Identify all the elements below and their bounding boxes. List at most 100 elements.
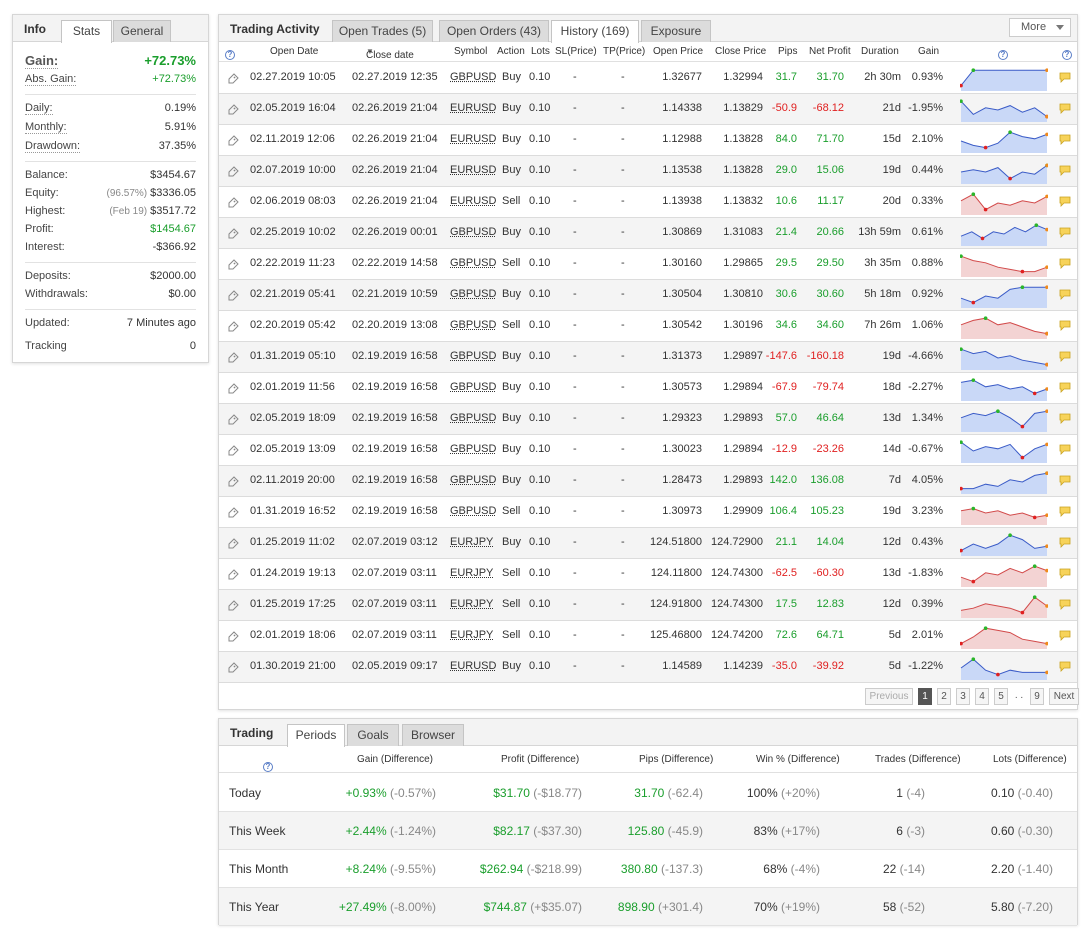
comment-icon[interactable] [1059, 413, 1071, 424]
tab-open-trades[interactable]: Open Trades (5) [332, 20, 433, 42]
table-row[interactable]: 02.01.2019 18:0602.07.2019 03:11EURJPYSe… [219, 621, 1077, 652]
tag-icon[interactable] [227, 538, 239, 550]
table-row[interactable]: 02.05.2019 13:0902.19.2019 16:58GBPUSDBu… [219, 435, 1077, 466]
cell-symbol[interactable]: EURUSD [450, 164, 496, 176]
col-net-profit[interactable]: Net Profit [809, 46, 851, 57]
comment-icon[interactable] [1059, 196, 1071, 207]
tag-icon[interactable] [227, 228, 239, 240]
cell-symbol[interactable]: EURJPY [450, 629, 493, 641]
tag-icon[interactable] [227, 600, 239, 612]
comment-icon[interactable] [1059, 320, 1071, 331]
table-row[interactable]: 02.25.2019 10:0202.26.2019 00:01GBPUSDBu… [219, 218, 1077, 249]
comment-icon[interactable] [1059, 506, 1071, 517]
comment-icon[interactable] [1059, 165, 1071, 176]
comment-icon[interactable] [1059, 661, 1071, 672]
table-row[interactable]: 01.25.2019 17:2502.07.2019 03:11EURJPYSe… [219, 590, 1077, 621]
col-lots[interactable]: Lots [531, 46, 550, 57]
comment-icon[interactable] [1059, 568, 1071, 579]
comment-icon[interactable] [1059, 134, 1071, 145]
table-row[interactable]: 02.11.2019 20:0002.19.2019 16:58GBPUSDBu… [219, 466, 1077, 497]
comment-icon[interactable] [1059, 444, 1071, 455]
tag-icon[interactable] [227, 321, 239, 333]
comment-icon[interactable] [1059, 72, 1071, 83]
table-row[interactable]: 01.31.2019 16:5202.19.2019 16:58GBPUSDSe… [219, 497, 1077, 528]
tag-icon[interactable] [227, 507, 239, 519]
tag-icon[interactable] [227, 290, 239, 302]
more-button[interactable]: More [1009, 18, 1071, 37]
page-button-5[interactable]: 5 [994, 688, 1008, 705]
table-row[interactable]: 01.31.2019 05:1002.19.2019 16:58GBPUSDBu… [219, 342, 1077, 373]
page-button-9[interactable]: 9 [1030, 688, 1044, 705]
col-sl[interactable]: SL(Price) [555, 46, 597, 57]
tag-icon[interactable] [227, 414, 239, 426]
tag-icon[interactable] [227, 352, 239, 364]
table-row[interactable]: 02.20.2019 05:4202.20.2019 13:08GBPUSDSe… [219, 311, 1077, 342]
cell-symbol[interactable]: GBPUSD [450, 71, 496, 83]
comment-icon[interactable] [1059, 103, 1071, 114]
table-row[interactable]: 02.06.2019 08:0302.26.2019 21:04EURUSDSe… [219, 187, 1077, 218]
comment-icon[interactable] [1059, 599, 1071, 610]
col-tp[interactable]: TP(Price) [603, 46, 645, 57]
tag-icon[interactable] [227, 383, 239, 395]
cell-symbol[interactable]: EURJPY [450, 598, 493, 610]
comment-icon[interactable] [1059, 630, 1071, 641]
tag-icon[interactable] [227, 445, 239, 457]
cell-symbol[interactable]: GBPUSD [450, 381, 496, 393]
previous-button[interactable]: Previous [865, 688, 913, 705]
col-close-date[interactable]: Close date ▼ [366, 46, 374, 57]
table-row[interactable]: 02.22.2019 11:2302.22.2019 14:58GBPUSDSe… [219, 249, 1077, 280]
cell-symbol[interactable]: EURUSD [450, 660, 496, 672]
tag-icon[interactable] [227, 73, 239, 85]
tab-exposure[interactable]: Exposure [641, 20, 711, 42]
table-row[interactable]: 02.01.2019 11:5602.19.2019 16:58GBPUSDBu… [219, 373, 1077, 404]
cell-symbol[interactable]: EURUSD [450, 195, 496, 207]
cell-symbol[interactable]: EURJPY [450, 536, 493, 548]
tab-history[interactable]: History (169) [551, 20, 639, 43]
cell-symbol[interactable]: GBPUSD [450, 443, 496, 455]
table-row[interactable]: 01.25.2019 11:0202.07.2019 03:12EURJPYBu… [219, 528, 1077, 559]
cell-symbol[interactable]: EURUSD [450, 102, 496, 114]
tag-icon[interactable] [227, 197, 239, 209]
tab-open-orders[interactable]: Open Orders (43) [439, 20, 549, 42]
next-button[interactable]: Next [1049, 688, 1079, 705]
tag-icon[interactable] [227, 259, 239, 271]
tag-icon[interactable] [227, 662, 239, 674]
page-button-3[interactable]: 3 [956, 688, 970, 705]
cell-symbol[interactable]: GBPUSD [450, 350, 496, 362]
table-row[interactable]: 02.11.2019 12:0602.26.2019 21:04EURUSDBu… [219, 125, 1077, 156]
tab-periods[interactable]: Periods [287, 724, 345, 747]
tag-icon[interactable] [227, 476, 239, 488]
col-pips[interactable]: Pips [778, 46, 797, 57]
tag-icon[interactable] [227, 631, 239, 643]
tag-icon[interactable] [227, 135, 239, 147]
table-row[interactable]: 02.21.2019 05:4102.21.2019 10:59GBPUSDBu… [219, 280, 1077, 311]
table-row[interactable]: 02.05.2019 16:0402.26.2019 21:04EURUSDBu… [219, 94, 1077, 125]
col-gain[interactable]: Gain [918, 46, 939, 57]
cell-symbol[interactable]: GBPUSD [450, 226, 496, 238]
page-button-4[interactable]: 4 [975, 688, 989, 705]
table-row[interactable]: 02.05.2019 18:0902.19.2019 16:58GBPUSDBu… [219, 404, 1077, 435]
col-symbol[interactable]: Symbol [454, 46, 487, 57]
col-action[interactable]: Action [497, 46, 525, 57]
page-button-1[interactable]: 1 [918, 688, 932, 705]
cell-symbol[interactable]: GBPUSD [450, 257, 496, 269]
col-open-date[interactable]: Open Date [270, 46, 318, 57]
cell-symbol[interactable]: GBPUSD [450, 474, 496, 486]
table-row[interactable]: 02.07.2019 10:0002.26.2019 21:04EURUSDBu… [219, 156, 1077, 187]
tab-general[interactable]: General [113, 20, 171, 42]
table-row[interactable]: 01.30.2019 21:0002.05.2019 09:17EURUSDBu… [219, 652, 1077, 683]
tag-icon[interactable] [227, 569, 239, 581]
col-close-price[interactable]: Close Price [715, 46, 766, 57]
cell-symbol[interactable]: GBPUSD [450, 288, 496, 300]
comment-icon[interactable] [1059, 258, 1071, 269]
tab-stats[interactable]: Stats [61, 20, 112, 43]
comment-icon[interactable] [1059, 537, 1071, 548]
cell-symbol[interactable]: GBPUSD [450, 505, 496, 517]
table-row[interactable]: 01.24.2019 19:1302.07.2019 03:11EURJPYSe… [219, 559, 1077, 590]
cell-symbol[interactable]: GBPUSD [450, 412, 496, 424]
tag-icon[interactable] [227, 104, 239, 116]
cell-symbol[interactable]: EURJPY [450, 567, 493, 579]
comment-icon[interactable] [1059, 351, 1071, 362]
tab-browser[interactable]: Browser [402, 724, 464, 746]
table-row[interactable]: 02.27.2019 10:0502.27.2019 12:35GBPUSDBu… [219, 63, 1077, 94]
